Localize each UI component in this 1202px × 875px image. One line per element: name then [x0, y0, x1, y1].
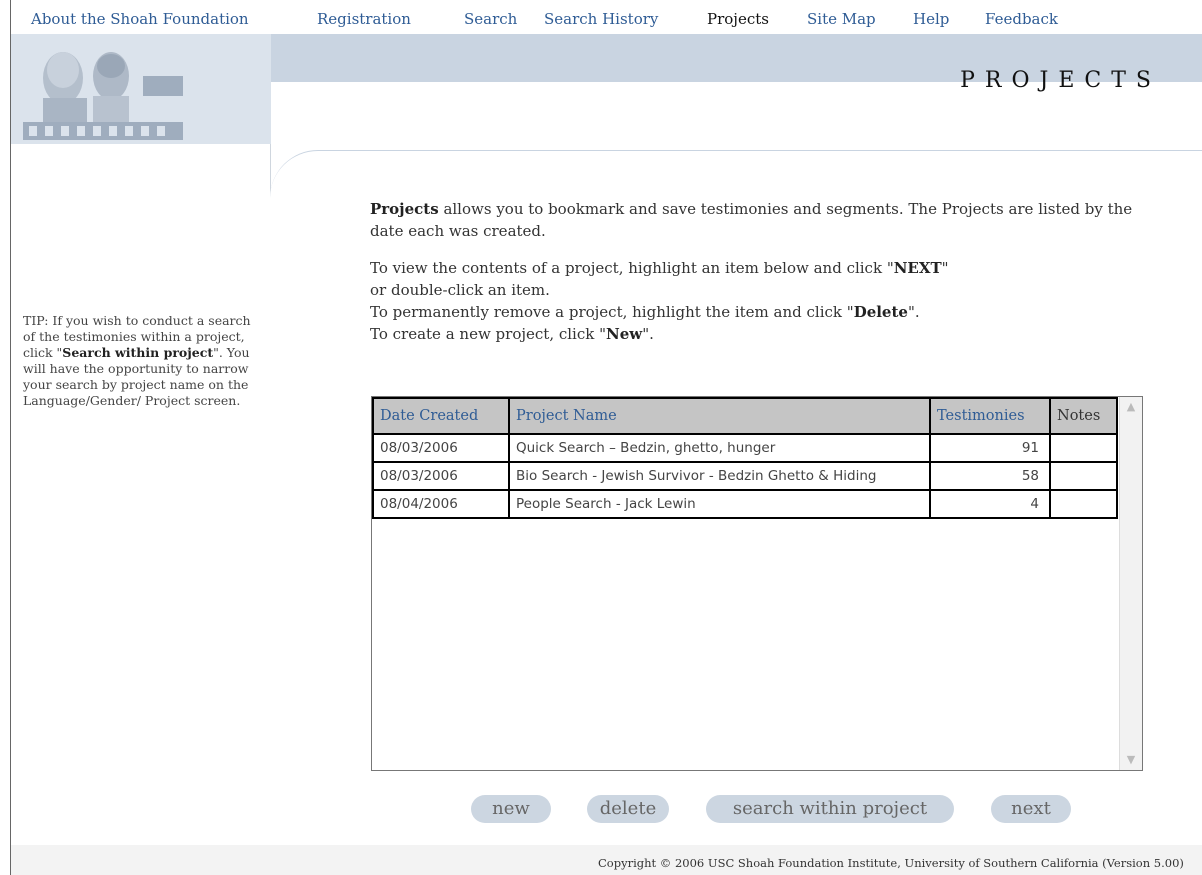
table-row[interactable]: 08/03/2006 Bio Search - Jewish Survivor …: [372, 461, 1118, 491]
next-button[interactable]: next: [991, 795, 1071, 823]
cell-date: 08/04/2006: [372, 489, 510, 519]
nav-search[interactable]: Search: [464, 10, 517, 28]
vertical-scrollbar[interactable]: ▲ ▼: [1119, 397, 1142, 770]
top-nav: About the Shoah Foundation Registration …: [11, 0, 1202, 34]
instruction-view-bold: NEXT: [893, 259, 942, 277]
col-testimonies[interactable]: Testimonies: [929, 397, 1051, 435]
search-within-project-button[interactable]: search within project: [706, 795, 954, 823]
col-project-name[interactable]: Project Name: [508, 397, 931, 435]
instruction-delete-pre: To permanently remove a project, highlig…: [370, 303, 854, 321]
nav-search-history[interactable]: Search History: [544, 10, 658, 28]
cell-testimonies: 58: [929, 461, 1051, 491]
cell-notes: [1049, 433, 1118, 463]
cell-testimonies: 4: [929, 489, 1051, 519]
instruction-delete-post: ".: [907, 303, 920, 321]
nav-about[interactable]: About the Shoah Foundation: [31, 10, 249, 28]
table-row[interactable]: 08/04/2006 People Search - Jack Lewin 4: [372, 489, 1118, 519]
instruction-view-post: ": [941, 259, 949, 277]
instruction-double-click: or double-click an item.: [370, 281, 550, 299]
app-frame: About the Shoah Foundation Registration …: [10, 0, 1202, 875]
instruction-view-pre: To view the contents of a project, highl…: [370, 259, 894, 277]
new-button[interactable]: new: [471, 795, 551, 823]
copyright-text: Copyright © 2006 USC Shoah Foundation In…: [598, 856, 1184, 870]
nav-site-map[interactable]: Site Map: [807, 10, 876, 28]
intro-paragraph: Projects allows you to bookmark and save…: [370, 198, 1170, 242]
intro-projects-bold: Projects: [370, 200, 439, 218]
col-date-created[interactable]: Date Created: [372, 397, 510, 435]
tip-text-bold: Search within project: [62, 345, 214, 360]
intro-rest: allows you to bookmark and save testimon…: [370, 200, 1133, 240]
instruction-new-bold: New: [606, 325, 643, 343]
cell-project-name: Quick Search – Bedzin, ghetto, hunger: [508, 433, 931, 463]
intro-text: Projects allows you to bookmark and save…: [370, 198, 1170, 345]
table-row[interactable]: 08/03/2006 Quick Search – Bedzin, ghetto…: [372, 433, 1118, 463]
table-header-row: Date Created Project Name Testimonies No…: [372, 397, 1118, 435]
projects-table: Date Created Project Name Testimonies No…: [372, 397, 1118, 519]
cell-notes: [1049, 489, 1118, 519]
cell-notes: [1049, 461, 1118, 491]
cell-project-name: People Search - Jack Lewin: [508, 489, 931, 519]
instruction-new-post: ".: [642, 325, 654, 343]
instruction-delete-bold: Delete: [853, 303, 908, 321]
scroll-down-icon[interactable]: ▼: [1120, 750, 1142, 770]
cell-date: 08/03/2006: [372, 433, 510, 463]
cell-project-name: Bio Search - Jewish Survivor - Bedzin Gh…: [508, 461, 931, 491]
cell-date: 08/03/2006: [372, 461, 510, 491]
tip-text: TIP: If you wish to conduct a search of …: [23, 313, 253, 409]
page-title: PROJECTS: [960, 68, 1161, 93]
nav-help[interactable]: Help: [913, 10, 949, 28]
instructions: To view the contents of a project, highl…: [370, 257, 1170, 345]
scroll-up-icon[interactable]: ▲: [1120, 397, 1142, 417]
nav-feedback[interactable]: Feedback: [985, 10, 1058, 28]
header-photo-collage: [23, 36, 183, 140]
cell-testimonies: 91: [929, 433, 1051, 463]
delete-button[interactable]: delete: [587, 795, 669, 823]
col-notes: Notes: [1049, 397, 1118, 435]
nav-projects[interactable]: Projects: [707, 10, 769, 28]
instruction-new-pre: To create a new project, click ": [370, 325, 607, 343]
left-sidebar: [11, 144, 271, 844]
projects-list[interactable]: Date Created Project Name Testimonies No…: [371, 396, 1143, 771]
nav-registration[interactable]: Registration: [317, 10, 411, 28]
